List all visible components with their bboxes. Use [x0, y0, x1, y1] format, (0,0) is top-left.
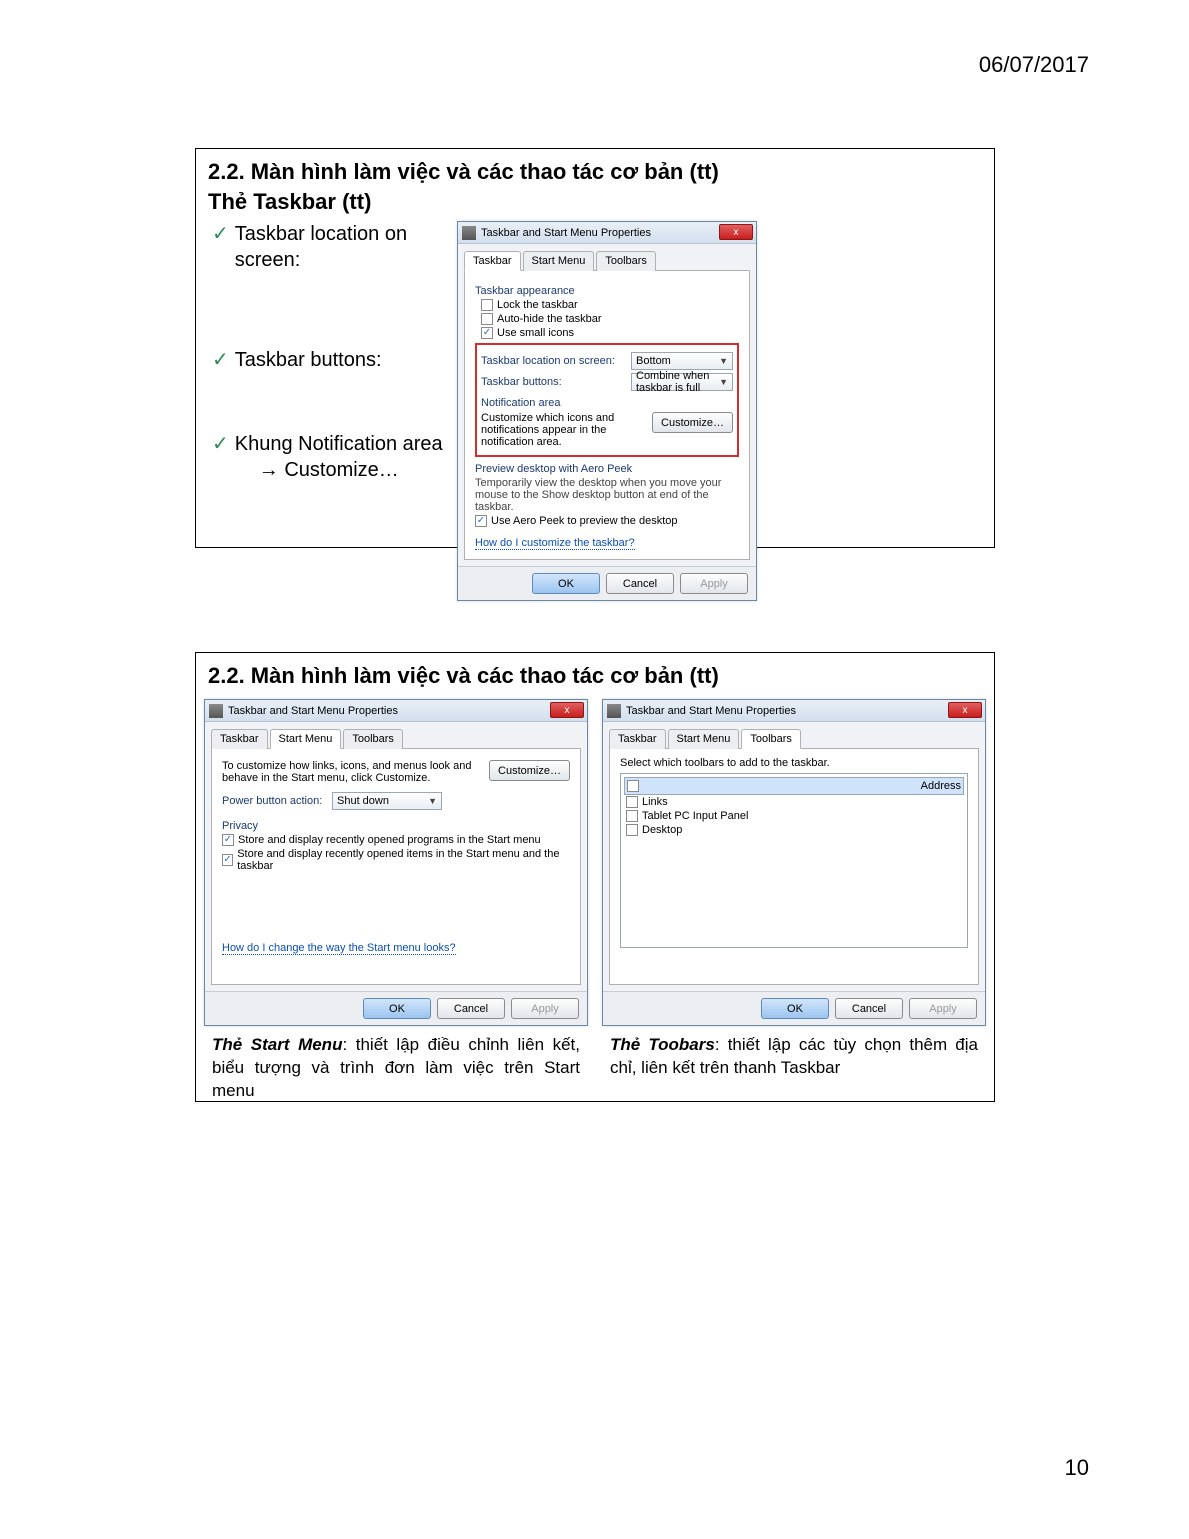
- checkbox-desktop[interactable]: [626, 824, 638, 836]
- label-privacy-2: Store and display recently opened items …: [237, 848, 570, 872]
- label-privacy-1: Store and display recently opened progra…: [238, 834, 541, 846]
- toolbars-properties-dialog: Taskbar and Start Menu Properties x Task…: [602, 699, 986, 1026]
- taskbar-properties-dialog: Taskbar and Start Menu Properties x Task…: [457, 221, 757, 601]
- customize-button[interactable]: Customize…: [652, 412, 733, 433]
- checkmark-icon: ✓: [212, 221, 229, 273]
- label-autohide: Auto-hide the taskbar: [497, 313, 602, 325]
- caption-start-menu: Thẻ Start Menu: thiết lập điều chỉnh liê…: [204, 1026, 588, 1109]
- bullet-text: Taskbar location on screen:: [235, 221, 457, 273]
- checkmark-icon: ✓: [212, 347, 229, 373]
- notification-heading: Notification area: [481, 397, 733, 409]
- dialog-title: Taskbar and Start Menu Properties: [228, 705, 398, 717]
- highlighted-section: Taskbar location on screen: Bottom ▼ Tas…: [475, 343, 739, 457]
- start-menu-properties-dialog: Taskbar and Start Menu Properties x Task…: [204, 699, 588, 1026]
- checkbox-small-icons[interactable]: [481, 327, 493, 339]
- ok-button[interactable]: OK: [761, 998, 829, 1019]
- page-date: 06/07/2017: [979, 52, 1089, 78]
- caret-icon: ▼: [719, 377, 728, 387]
- label-buttons: Taskbar buttons:: [481, 376, 631, 388]
- slide-1-title: 2.2. Màn hình làm việc và các thao tác c…: [196, 149, 994, 189]
- bullet-sub: → Customize…: [235, 459, 399, 481]
- help-link[interactable]: How do I customize the taskbar?: [475, 537, 635, 550]
- close-button[interactable]: x: [719, 224, 753, 240]
- item-desktop: Desktop: [642, 824, 682, 836]
- slide-1-bullets: ✓ Taskbar location on screen: ✓ Taskbar …: [202, 221, 457, 601]
- dialog-title: Taskbar and Start Menu Properties: [626, 705, 796, 717]
- caption-em: Thẻ Start Menu: [212, 1035, 342, 1054]
- slide-1: 2.2. Màn hình làm việc và các thao tác c…: [195, 148, 995, 548]
- window-icon: [462, 226, 476, 240]
- checkbox-lock[interactable]: [481, 299, 493, 311]
- peek-text: Temporarily view the desktop when you mo…: [475, 477, 739, 513]
- cancel-button[interactable]: Cancel: [835, 998, 903, 1019]
- close-button[interactable]: x: [948, 702, 982, 718]
- page-number: 10: [1065, 1455, 1089, 1481]
- label-lock: Lock the taskbar: [497, 299, 578, 311]
- item-address: Address: [921, 780, 961, 792]
- select-buttons-value: Combine when taskbar is full: [636, 370, 719, 394]
- select-power-value: Shut down: [337, 795, 389, 807]
- checkbox-links[interactable]: [626, 796, 638, 808]
- checkbox-autohide[interactable]: [481, 313, 493, 325]
- label-power: Power button action:: [222, 795, 332, 807]
- tab-start-menu[interactable]: Start Menu: [270, 729, 342, 749]
- checkbox-address[interactable]: [627, 780, 639, 792]
- checkbox-peek[interactable]: [475, 515, 487, 527]
- intro-text: To customize how links, icons, and menus…: [222, 760, 483, 784]
- label-small-icons: Use small icons: [497, 327, 574, 339]
- checkbox-privacy-2[interactable]: [222, 854, 233, 866]
- apply-button[interactable]: Apply: [909, 998, 977, 1019]
- slide-2-title: 2.2. Màn hình làm việc và các thao tác c…: [196, 653, 994, 693]
- notification-text: Customize which icons and notifications …: [481, 412, 646, 448]
- checkmark-icon: ✓: [212, 431, 229, 483]
- appearance-heading: Taskbar appearance: [475, 285, 739, 297]
- cancel-button[interactable]: Cancel: [606, 573, 674, 594]
- tab-taskbar[interactable]: Taskbar: [211, 729, 268, 749]
- select-location[interactable]: Bottom ▼: [631, 352, 733, 370]
- privacy-heading: Privacy: [222, 820, 570, 832]
- tab-start-menu[interactable]: Start Menu: [668, 729, 740, 749]
- peek-heading: Preview desktop with Aero Peek: [475, 463, 739, 475]
- checkbox-tablet[interactable]: [626, 810, 638, 822]
- select-location-value: Bottom: [636, 355, 671, 367]
- apply-button[interactable]: Apply: [680, 573, 748, 594]
- caret-icon: ▼: [719, 356, 728, 366]
- tab-start-menu[interactable]: Start Menu: [523, 251, 595, 271]
- item-links: Links: [642, 796, 668, 808]
- tab-toolbars[interactable]: Toolbars: [343, 729, 403, 749]
- select-power[interactable]: Shut down ▼: [332, 792, 442, 810]
- dialog-title: Taskbar and Start Menu Properties: [481, 227, 651, 239]
- checkbox-privacy-1[interactable]: [222, 834, 234, 846]
- close-button[interactable]: x: [550, 702, 584, 718]
- caret-icon: ▼: [428, 796, 437, 806]
- label-location: Taskbar location on screen:: [481, 355, 631, 367]
- tab-taskbar[interactable]: Taskbar: [464, 251, 521, 271]
- cancel-button[interactable]: Cancel: [437, 998, 505, 1019]
- label-peek: Use Aero Peek to preview the desktop: [491, 515, 678, 527]
- slide-2: 2.2. Màn hình làm việc và các thao tác c…: [195, 652, 995, 1102]
- help-link[interactable]: How do I change the way the Start menu l…: [222, 942, 456, 955]
- tab-toolbars[interactable]: Toolbars: [596, 251, 656, 271]
- select-buttons[interactable]: Combine when taskbar is full ▼: [631, 373, 733, 391]
- apply-button[interactable]: Apply: [511, 998, 579, 1019]
- item-tablet: Tablet PC Input Panel: [642, 810, 748, 822]
- slide-1-subtitle: Thẻ Taskbar (tt): [196, 189, 994, 221]
- customize-button[interactable]: Customize…: [489, 760, 570, 781]
- ok-button[interactable]: OK: [532, 573, 600, 594]
- intro-text: Select which toolbars to add to the task…: [620, 757, 968, 769]
- tab-toolbars[interactable]: Toolbars: [741, 729, 801, 749]
- tab-taskbar[interactable]: Taskbar: [609, 729, 666, 749]
- toolbars-listbox[interactable]: Address Links Tablet PC Input Panel Desk…: [620, 773, 968, 948]
- window-icon: [607, 704, 621, 718]
- ok-button[interactable]: OK: [363, 998, 431, 1019]
- window-icon: [209, 704, 223, 718]
- caption-em: Thẻ Toobars: [610, 1035, 715, 1054]
- bullet-text: Khung Notification area: [235, 433, 443, 455]
- bullet-text: Taskbar buttons:: [235, 347, 382, 373]
- caption-toolbars: Thẻ Toobars: thiết lập các tùy chọn thêm…: [602, 1026, 986, 1086]
